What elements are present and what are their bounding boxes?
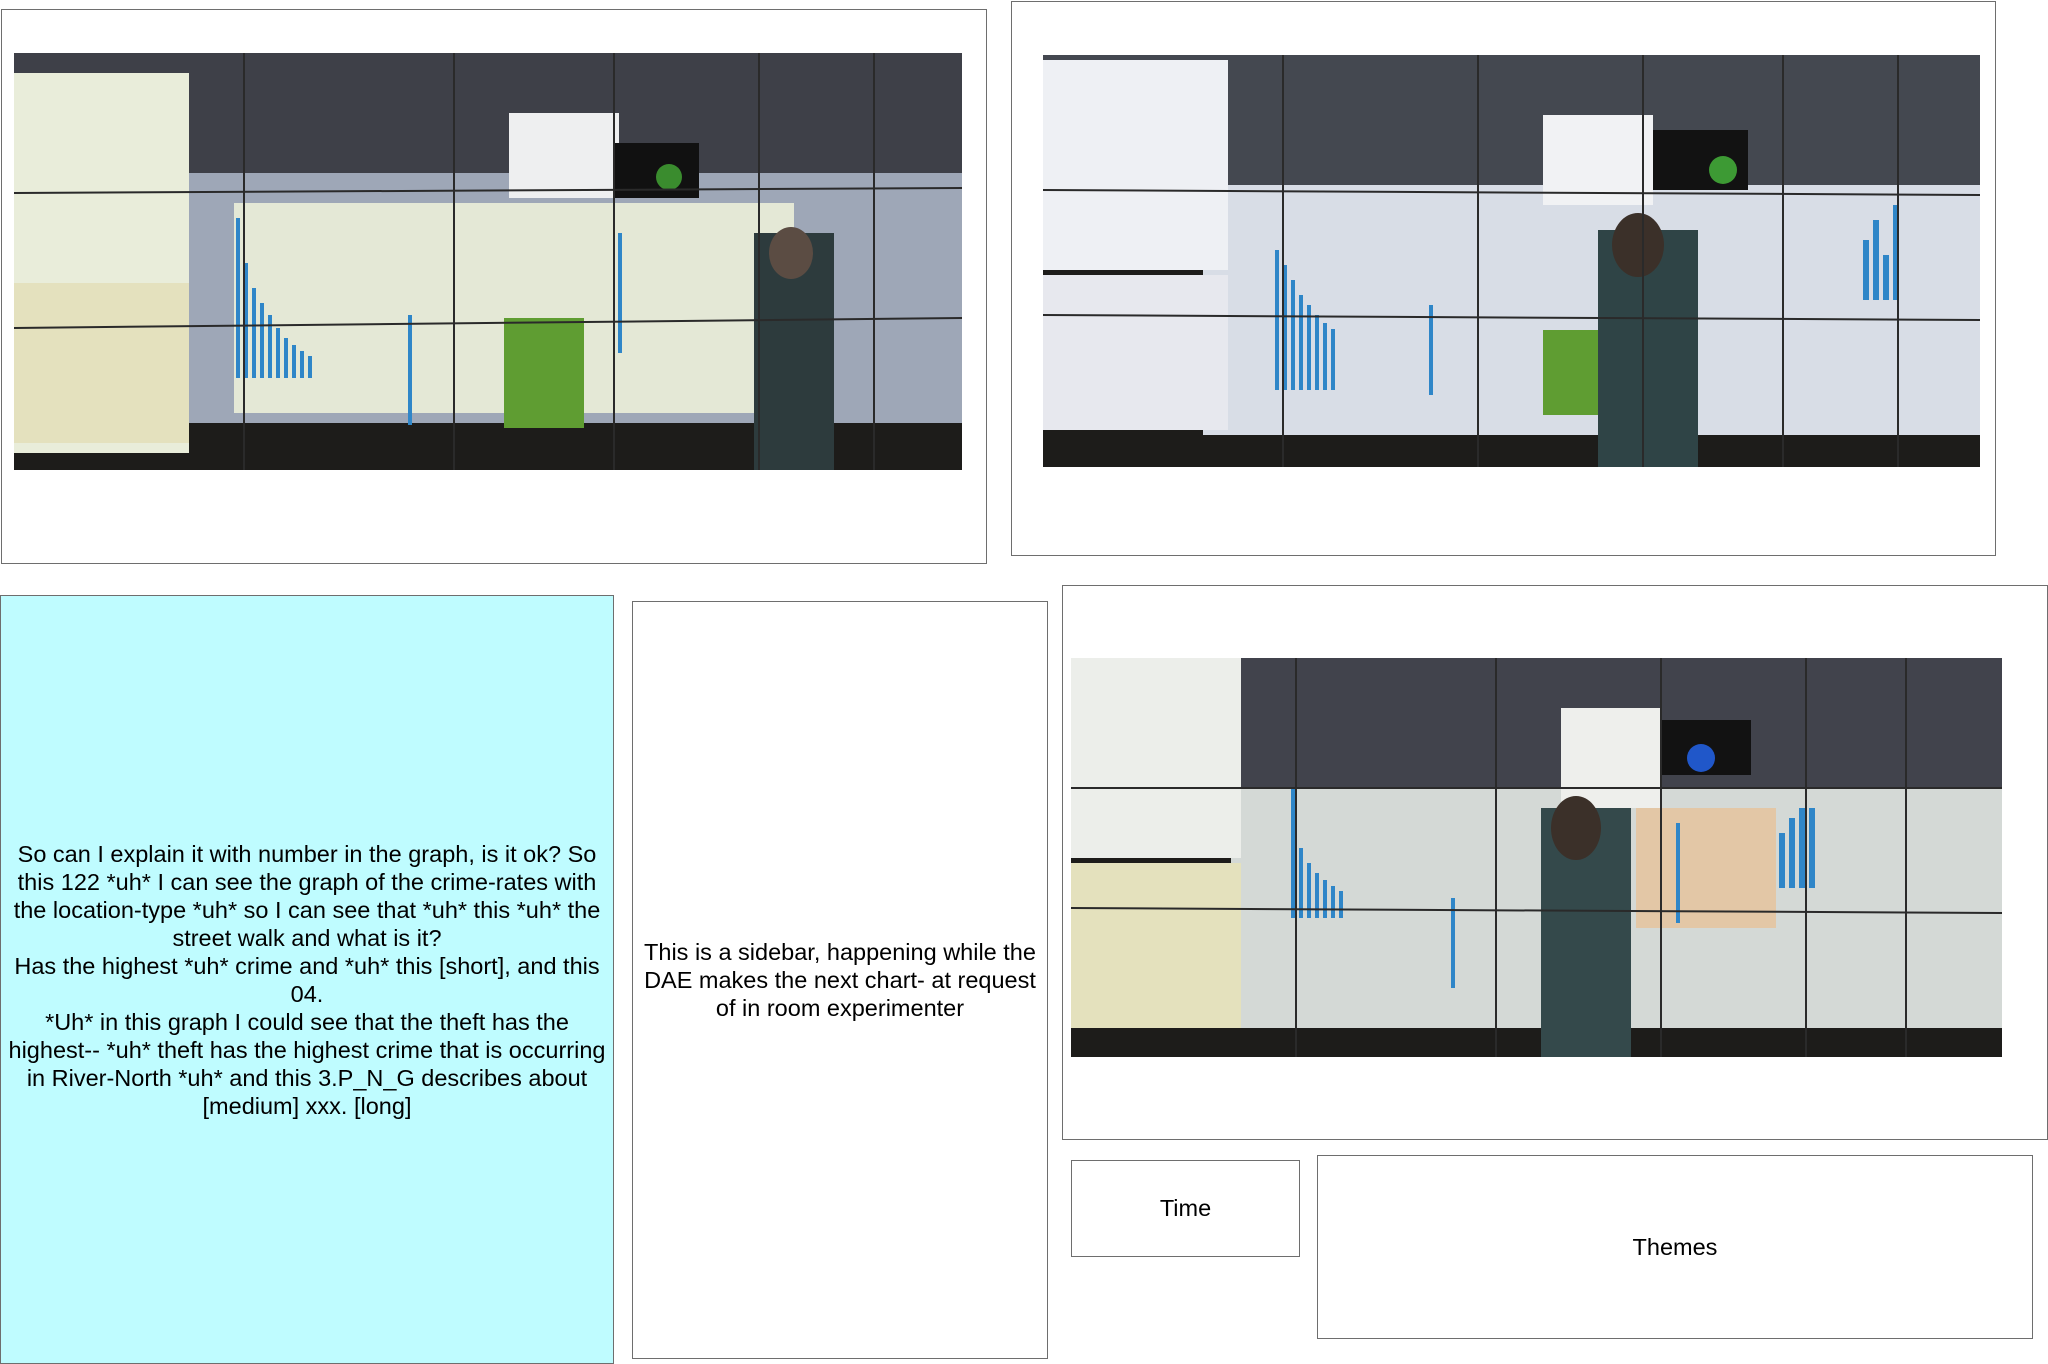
sidebar-note-box: This is a sidebar, happening while the D… xyxy=(632,601,1048,1359)
time-label: Time xyxy=(1159,1195,1212,1221)
wall-photo-2 xyxy=(1043,55,1980,467)
sidebar-note-text: This is a sidebar, happening while the D… xyxy=(644,939,1036,1021)
transcript-box: So can I explain it with number in the g… xyxy=(0,595,614,1364)
transcript-line-2: Has the highest *uh* crime and *uh* this… xyxy=(14,952,600,1007)
transcript-text: So can I explain it with number in the g… xyxy=(5,840,609,1120)
themes-label: Themes xyxy=(1632,1233,1718,1260)
wall-photo-3 xyxy=(1071,658,2002,1057)
transcript-line-3: *Uh* in this graph I could see that the … xyxy=(8,1008,606,1119)
themes-box: Themes xyxy=(1317,1155,2033,1339)
wall-photo-1 xyxy=(14,53,962,470)
transcript-line-1: So can I explain it with number in the g… xyxy=(13,840,601,951)
time-box: Time xyxy=(1071,1160,1300,1257)
